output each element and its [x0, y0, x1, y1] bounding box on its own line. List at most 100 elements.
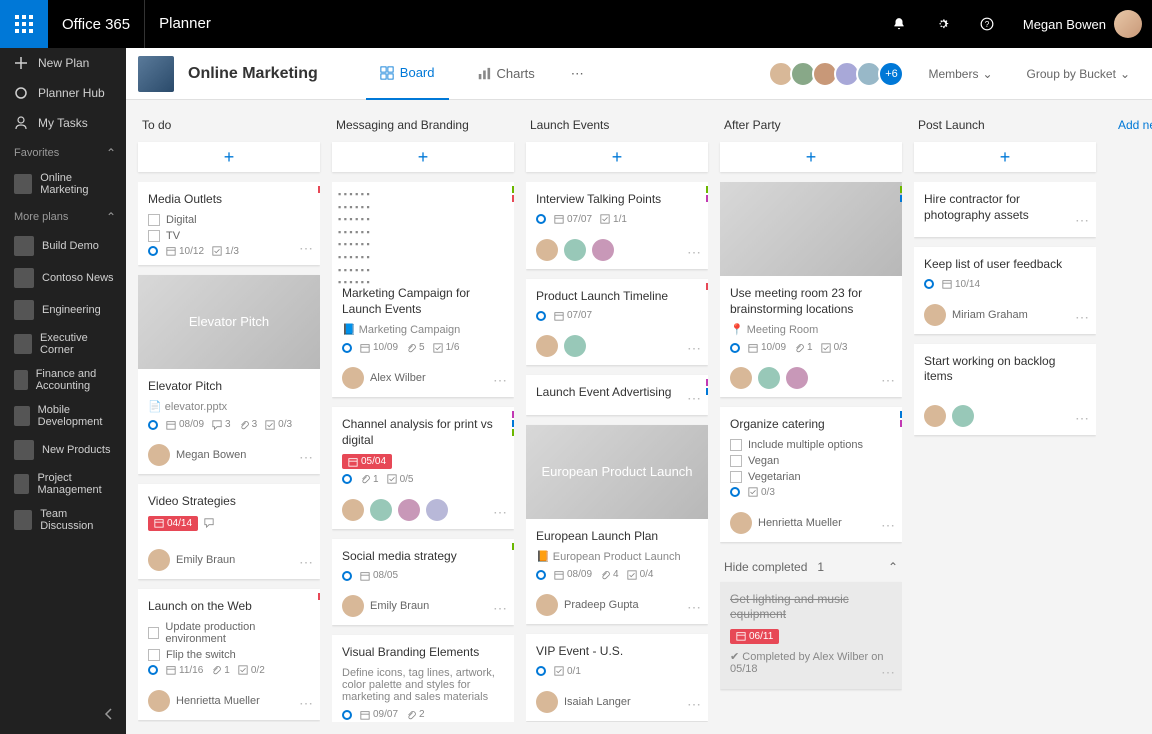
favorites-section[interactable]: Favorites ⌃ [0, 138, 126, 166]
card-more-button[interactable]: ⋯ [299, 449, 314, 466]
checklist-item[interactable]: Include multiple options [730, 439, 892, 451]
add-task-button[interactable]: + [332, 142, 514, 172]
sidebar-plan-item[interactable]: Finance and Accounting [0, 362, 126, 398]
member-stack[interactable]: +6 [774, 61, 904, 87]
task-card[interactable]: Visual Branding ElementsDefine icons, ta… [332, 635, 514, 722]
bucket-scroll: Use meeting room 23 for brainstorming lo… [720, 182, 902, 722]
members-dropdown[interactable]: Members ⌄ [918, 67, 1002, 81]
groupby-dropdown[interactable]: Group by Bucket ⌄ [1017, 67, 1140, 81]
sidebar-plan-item[interactable]: Mobile Development [0, 398, 126, 434]
task-card[interactable]: Video Strategies 04/14Emily Braun⋯ [138, 484, 320, 579]
task-card[interactable]: Organize cateringInclude multiple option… [720, 407, 902, 542]
add-task-button[interactable]: + [138, 142, 320, 172]
sidebar-plan-item[interactable]: Engineering [0, 294, 126, 326]
task-card[interactable]: Social media strategy08/05Emily Braun⋯ [332, 539, 514, 626]
app-label[interactable]: Planner [144, 0, 225, 48]
category-indicator [900, 420, 902, 427]
task-card[interactable]: European Product LaunchEuropean Launch P… [526, 425, 708, 625]
category-indicator [900, 195, 902, 202]
task-card[interactable]: Channel analysis for print vs digital 05… [332, 407, 514, 529]
task-card[interactable]: Launch Event Advertising⋯ [526, 375, 708, 415]
card-more-button[interactable]: ⋯ [881, 517, 896, 534]
bucket-title[interactable]: Messaging and Branding [332, 112, 514, 142]
sidebar-plan-item[interactable]: New Products [0, 434, 126, 466]
more-plans-section[interactable]: More plans ⌃ [0, 202, 126, 230]
planner-hub-link[interactable]: Planner Hub [0, 78, 126, 108]
card-more-button[interactable]: ⋯ [493, 372, 508, 389]
card-more-button[interactable]: ⋯ [881, 664, 896, 681]
card-more-button[interactable]: ⋯ [687, 340, 702, 357]
card-more-button[interactable]: ⋯ [687, 696, 702, 713]
sidebar-plan-item[interactable]: Team Discussion [0, 502, 126, 538]
sidebar-plan-favorite[interactable]: Online Marketing [0, 166, 126, 202]
checkbox[interactable] [730, 439, 742, 451]
checklist-item[interactable]: Flip the switch [148, 649, 310, 661]
category-indicator [900, 186, 902, 193]
checkbox[interactable] [148, 649, 160, 661]
checkbox[interactable] [730, 471, 742, 483]
sidebar-plan-item[interactable]: Build Demo [0, 230, 126, 262]
tab-board[interactable]: Board [366, 48, 449, 100]
tab-board-label: Board [400, 65, 435, 80]
card-more-button[interactable]: ⋯ [1075, 212, 1090, 229]
tab-charts[interactable]: Charts [463, 48, 549, 100]
card-more-button[interactable]: ⋯ [299, 554, 314, 571]
checkbox[interactable] [148, 627, 159, 639]
my-tasks-link[interactable]: My Tasks [0, 108, 126, 138]
card-more-button[interactable]: ⋯ [1075, 309, 1090, 326]
checklist-item[interactable]: Vegetarian [730, 471, 892, 483]
sidebar-plan-item[interactable]: Contoso News [0, 262, 126, 294]
collapse-sidebar-button[interactable] [102, 707, 116, 724]
task-card[interactable]: ▪ ▪ ▪ ▪ ▪ ▪ ▪ ▪ ▪ ▪ ▪ ▪ ▪ ▪ ▪ ▪ ▪ ▪ ▪ ▪ … [332, 182, 514, 397]
more-tabs-button[interactable]: ⋯ [563, 48, 592, 100]
card-more-button[interactable]: ⋯ [687, 244, 702, 261]
card-more-button[interactable]: ⋯ [493, 600, 508, 617]
bucket-title[interactable]: Launch Events [526, 112, 708, 142]
task-card[interactable]: Launch on the WebUpdate production envir… [138, 589, 320, 720]
notifications-button[interactable] [877, 0, 921, 48]
checklist-item[interactable]: Digital [148, 214, 310, 226]
card-more-button[interactable]: ⋯ [493, 504, 508, 521]
checklist-item[interactable]: Update production environment [148, 621, 310, 645]
checkbox[interactable] [148, 230, 160, 242]
task-card[interactable]: Hire contractor for photography assets⋯ [914, 182, 1096, 237]
checklist-label: Digital [166, 214, 197, 226]
task-card[interactable]: Keep list of user feedback10/14Miriam Gr… [914, 247, 1096, 334]
card-more-button[interactable]: ⋯ [687, 599, 702, 616]
settings-button[interactable] [921, 0, 965, 48]
task-card[interactable]: Get lighting and music equipment 06/11✔ … [720, 582, 902, 690]
card-more-button[interactable]: ⋯ [687, 390, 702, 407]
task-card[interactable]: Media OutletsDigitalTV10/121/3⋯ [138, 182, 320, 265]
task-card[interactable]: Use meeting room 23 for brainstorming lo… [720, 182, 902, 397]
checklist-item[interactable]: TV [148, 230, 310, 242]
task-card[interactable]: Product Launch Timeline07/07⋯ [526, 279, 708, 366]
bucket-title[interactable]: After Party [720, 112, 902, 142]
add-bucket-button[interactable]: Add new bu [1108, 112, 1152, 722]
checklist-item[interactable]: Vegan [730, 455, 892, 467]
new-plan-button[interactable]: New Plan [0, 48, 126, 78]
task-card[interactable]: VIP Event - U.S.0/1Isaiah Langer⋯ [526, 634, 708, 721]
card-more-button[interactable]: ⋯ [1075, 410, 1090, 427]
task-card[interactable]: Elevator PitchElevator Pitch📄 elevator.p… [138, 275, 320, 475]
hide-completed-toggle[interactable]: Hide completed 1⌃ [720, 552, 902, 582]
category-indicator [318, 593, 320, 600]
card-more-button[interactable]: ⋯ [299, 695, 314, 712]
plan-thumb [14, 510, 32, 530]
app-launcher[interactable] [0, 0, 48, 48]
checkbox[interactable] [148, 214, 160, 226]
bucket-title[interactable]: To do [138, 112, 320, 142]
add-task-button[interactable]: + [720, 142, 902, 172]
help-button[interactable]: ? [965, 0, 1009, 48]
add-task-button[interactable]: + [914, 142, 1096, 172]
user-menu[interactable]: Megan Bowen [1009, 10, 1152, 38]
task-card[interactable]: Interview Talking Points07/071/1⋯ [526, 182, 708, 269]
card-more-button[interactable]: ⋯ [881, 372, 896, 389]
card-more-button[interactable]: ⋯ [299, 240, 314, 257]
sidebar-plan-item[interactable]: Executive Corner [0, 326, 126, 362]
date-meta: 08/09 [166, 419, 204, 430]
checkbox[interactable] [730, 455, 742, 467]
add-task-button[interactable]: + [526, 142, 708, 172]
task-card[interactable]: Start working on backlog items⋯ [914, 344, 1096, 435]
sidebar-plan-item[interactable]: Project Management [0, 466, 126, 502]
bucket-title[interactable]: Post Launch [914, 112, 1096, 142]
